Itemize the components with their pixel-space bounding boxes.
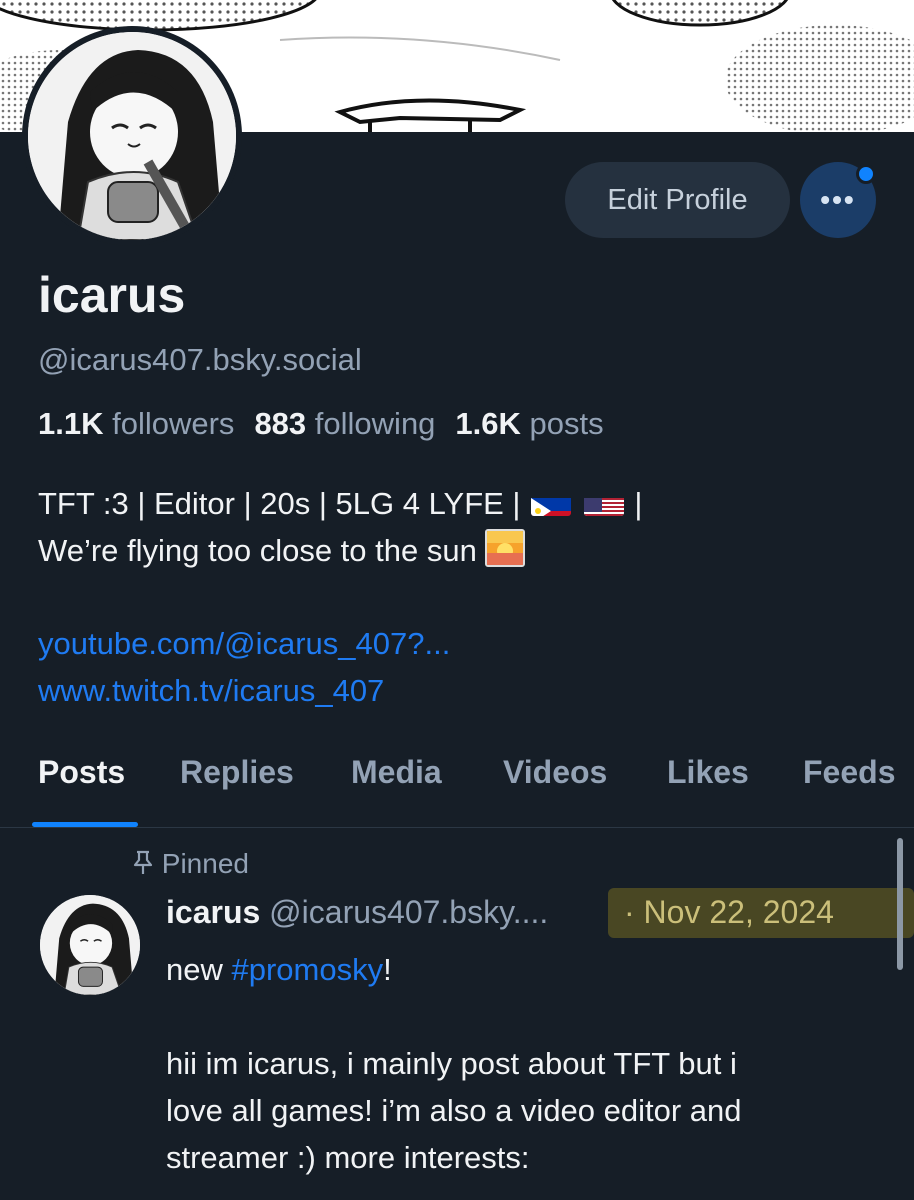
youtube-link[interactable]: youtube.com/@icarus_407?... (38, 620, 450, 667)
tab-videos[interactable]: Videos (503, 754, 607, 791)
tab-likes[interactable]: Likes (667, 754, 749, 791)
profile-links: youtube.com/@icarus_407?... www.twitch.t… (38, 620, 450, 714)
followers-stat[interactable]: 1.1K followers (38, 406, 234, 441)
active-tab-indicator (32, 822, 138, 827)
post-line-1: new #promosky! (166, 952, 392, 987)
hashtag-link[interactable]: #promosky (231, 952, 383, 987)
tab-feeds[interactable]: Feeds (803, 754, 895, 791)
profile-avatar[interactable] (22, 26, 242, 246)
ellipsis-icon: ••• (820, 184, 856, 215)
post-line-4: streamer :) more interests: (166, 1140, 530, 1175)
sunrise-emoji-icon (485, 529, 526, 567)
bio-line-1: TFT :3 | Editor | 20s | 5LG 4 LYFE | | (38, 480, 642, 527)
tab-posts[interactable]: Posts (38, 754, 125, 791)
profile-handle: @icarus407.bsky.social (38, 342, 362, 377)
profile-tabs: Posts Replies Media Videos Likes Feeds (0, 740, 914, 828)
twitch-link[interactable]: www.twitch.tv/icarus_407 (38, 667, 450, 714)
scrollbar[interactable] (897, 838, 903, 970)
post-author-avatar[interactable] (40, 895, 140, 995)
philippines-flag-icon (531, 490, 572, 516)
tab-media[interactable]: Media (351, 754, 442, 791)
post-line-3: love all games! i’m also a video editor … (166, 1093, 742, 1128)
following-stat[interactable]: 883 following (254, 406, 435, 441)
pin-icon (132, 848, 162, 879)
post-header: icarus @icarus407.bsky.... (166, 894, 548, 931)
tab-replies[interactable]: Replies (180, 754, 294, 791)
notification-dot (856, 164, 876, 184)
posts-stat: 1.6K posts (455, 406, 604, 441)
bio-line-2: We’re flying too close to the sun (38, 527, 642, 574)
profile-stats: 1.1K followers 883 following 1.6K posts (38, 406, 604, 442)
edit-profile-button[interactable]: Edit Profile (565, 162, 790, 238)
post-text[interactable]: new #promosky! hii im icarus, i mainly p… (166, 946, 886, 1181)
post-line-2: hii im icarus, i mainly post about TFT b… (166, 1046, 737, 1081)
avatar-image (28, 32, 236, 240)
usa-flag-icon (583, 490, 624, 516)
post-date[interactable]: · Nov 22, 2024 (624, 894, 834, 931)
post-author-name[interactable]: icarus (166, 894, 260, 930)
profile-bio: TFT :3 | Editor | 20s | 5LG 4 LYFE | | W… (38, 480, 642, 574)
pinned-label: Pinned (132, 848, 249, 880)
post-author-handle[interactable]: @icarus407.bsky.... (269, 894, 548, 930)
display-name: icarus (38, 267, 186, 323)
